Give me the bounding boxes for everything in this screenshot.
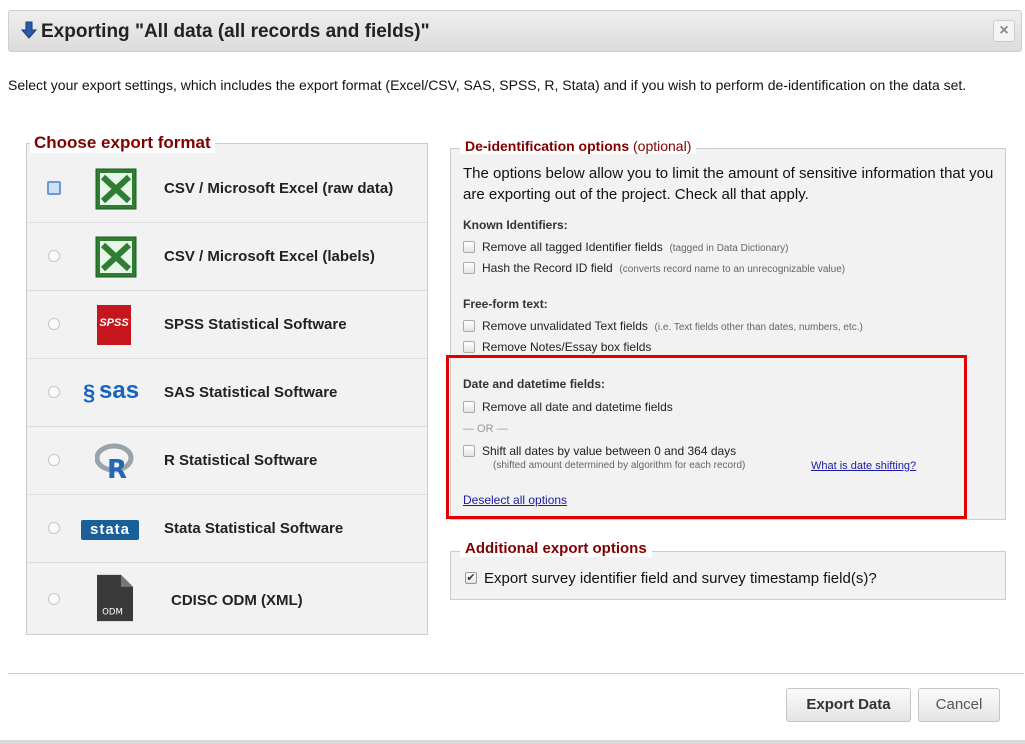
dialog-title: Exporting "All data (all records and fie… <box>41 21 430 42</box>
close-button[interactable]: × <box>993 20 1015 42</box>
r-icon: R <box>95 443 134 482</box>
format-label: R Statistical Software <box>164 452 318 469</box>
cancel-button[interactable]: Cancel <box>918 688 1000 722</box>
format-radio-sas[interactable] <box>48 386 60 398</box>
remove-notes-checkbox[interactable] <box>463 341 475 353</box>
format-label: CSV / Microsoft Excel (labels) <box>164 248 375 265</box>
hash-record-id-checkbox[interactable] <box>463 262 475 274</box>
format-option-spss[interactable]: SPSS SPSS Statistical Software <box>27 292 427 359</box>
hash-record-id-label: Hash the Record ID field (converts recor… <box>482 261 846 275</box>
top-strip <box>0 0 1025 10</box>
highlight-box <box>446 355 967 519</box>
export-format-legend: Choose export format <box>30 133 215 153</box>
known-identifiers-heading: Known Identifiers: <box>463 218 568 232</box>
remove-text-fields-checkbox[interactable] <box>463 320 475 332</box>
format-option-odm[interactable]: ODM CDISC ODM (XML) <box>27 564 427 634</box>
format-radio-csv-labels[interactable] <box>48 250 60 262</box>
stata-icon: stata <box>81 520 139 540</box>
dialog-titlebar: Exporting "All data (all records and fie… <box>8 10 1022 52</box>
deid-intro: The options below allow you to limit the… <box>463 165 994 203</box>
format-option-sas[interactable]: sas § SAS Statistical Software <box>27 360 427 427</box>
format-radio-csv-raw[interactable] <box>47 181 61 195</box>
format-radio-stata[interactable] <box>48 522 60 534</box>
footer-divider <box>8 673 1024 674</box>
download-arrow-icon <box>20 21 38 39</box>
format-label: SAS Statistical Software <box>164 384 338 401</box>
additional-options-legend: Additional export options <box>460 540 652 557</box>
spss-icon: SPSS <box>97 305 131 345</box>
close-icon: × <box>999 22 1009 39</box>
odm-file-icon: ODM <box>97 574 133 622</box>
deid-legend: De-identification options (optional) <box>460 138 697 154</box>
survey-fields-checkbox[interactable]: ✔ <box>465 572 477 584</box>
remove-notes-label: Remove Notes/Essay box fields <box>482 340 652 354</box>
checkmark-icon: ✔ <box>466 572 476 584</box>
format-option-csv-raw[interactable]: CSV / Microsoft Excel (raw data) <box>27 156 427 223</box>
format-label: CDISC ODM (XML) <box>171 592 303 609</box>
format-label: CSV / Microsoft Excel (raw data) <box>164 180 394 197</box>
intro-text: Select your export settings, which inclu… <box>8 77 967 93</box>
format-label: Stata Statistical Software <box>164 520 344 537</box>
free-form-heading: Free-form text: <box>463 297 548 311</box>
format-radio-r[interactable] <box>48 454 60 466</box>
survey-fields-label: Export survey identifier field and surve… <box>484 570 877 587</box>
bottom-edge <box>0 740 1025 744</box>
remove-identifiers-checkbox[interactable] <box>463 241 475 253</box>
format-option-csv-labels[interactable]: CSV / Microsoft Excel (labels) <box>27 224 427 291</box>
format-radio-spss[interactable] <box>48 318 60 330</box>
format-option-r[interactable]: R R Statistical Software <box>27 428 427 495</box>
export-data-button[interactable]: Export Data <box>786 688 911 722</box>
svg-text:R: R <box>107 455 127 482</box>
svg-text:ODM: ODM <box>102 607 123 617</box>
remove-text-fields-label: Remove unvalidated Text fields (i.e. Tex… <box>482 319 863 333</box>
format-option-stata[interactable]: stata Stata Statistical Software <box>27 496 427 563</box>
format-label: SPSS Statistical Software <box>164 316 347 333</box>
remove-identifiers-label: Remove all tagged Identifier fields (tag… <box>482 240 789 254</box>
excel-icon <box>95 236 137 278</box>
sas-icon: sas § <box>83 377 140 406</box>
format-radio-odm[interactable] <box>48 593 60 605</box>
excel-icon <box>95 168 137 210</box>
